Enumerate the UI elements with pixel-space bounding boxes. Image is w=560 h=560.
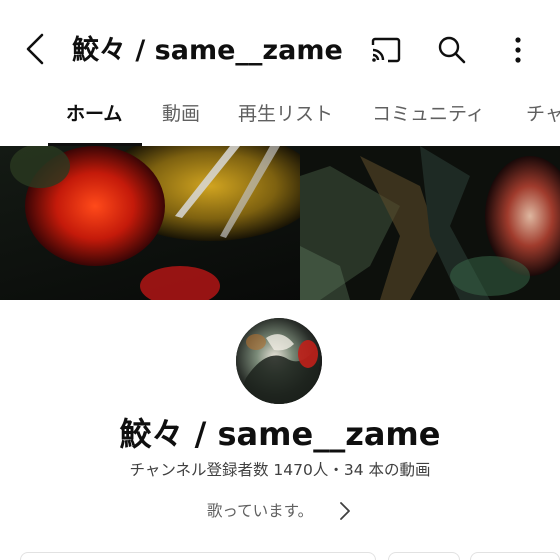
next-section-card bbox=[388, 552, 460, 560]
channel-tabs: ホーム 動画 再生リスト コミュニティ チャ bbox=[0, 96, 560, 146]
banner-artwork bbox=[0, 146, 560, 300]
channel-stats: チャンネル登録者数 1470人・34 本の動画 bbox=[129, 461, 431, 479]
avatar-artwork bbox=[236, 318, 322, 404]
more-options-button[interactable] bbox=[500, 32, 536, 68]
channel-name: 鮫々 / same__zame bbox=[119, 415, 441, 453]
page-title: 鮫々 / same__zame bbox=[72, 35, 343, 66]
search-icon bbox=[438, 36, 466, 64]
top-app-bar: 鮫々 / same__zame bbox=[0, 0, 560, 96]
next-section-card bbox=[470, 552, 560, 560]
tab-community[interactable]: コミュニティ bbox=[372, 96, 485, 146]
channel-description: 歌っています。 bbox=[206, 502, 314, 520]
more-vert-icon bbox=[515, 37, 521, 63]
cast-button[interactable] bbox=[368, 32, 404, 68]
cast-icon bbox=[371, 37, 401, 63]
tab-playlists[interactable]: 再生リスト bbox=[238, 96, 333, 146]
tab-videos[interactable]: 動画 bbox=[162, 96, 200, 146]
channel-avatar[interactable] bbox=[236, 318, 322, 404]
search-button[interactable] bbox=[434, 32, 470, 68]
channel-description-link[interactable]: 歌っています。 bbox=[0, 496, 560, 526]
chevron-right-icon bbox=[339, 501, 353, 521]
next-section-card bbox=[20, 552, 376, 560]
back-button[interactable] bbox=[18, 30, 52, 68]
chevron-left-icon bbox=[26, 33, 44, 65]
tab-home[interactable]: ホーム bbox=[66, 96, 122, 146]
tab-channels[interactable]: チャ bbox=[526, 96, 560, 146]
channel-banner bbox=[0, 146, 560, 300]
